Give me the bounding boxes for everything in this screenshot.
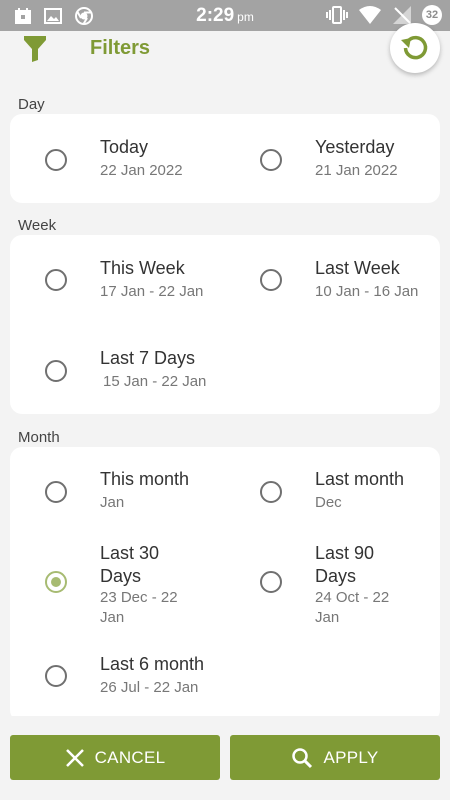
option-date: Jan <box>100 494 125 511</box>
option-last-30-days[interactable]: Last 30 Days 23 Dec - 22 Jan <box>10 533 225 633</box>
radio-today[interactable] <box>45 149 67 171</box>
option-label: Last 30 Days <box>100 543 160 586</box>
option-label: Yesterday <box>315 137 395 157</box>
refresh-icon <box>401 35 428 60</box>
option-date: 23 Dec - 22 Jan <box>100 589 178 626</box>
option-last-month[interactable]: Last month Dec <box>225 447 440 533</box>
option-this-week-text: This Week 17 Jan - 22 Jan <box>100 257 203 302</box>
option-label: Last month <box>315 469 405 489</box>
radio-last-week[interactable] <box>260 269 282 291</box>
filters-header: Filters <box>0 31 450 86</box>
section-label-month: Month <box>18 429 60 446</box>
option-last-90-days-text: Last 90 Days 24 Oct - 22 Jan <box>315 542 415 628</box>
radio-last-7-days[interactable] <box>45 360 67 382</box>
filter-icon <box>24 36 46 62</box>
option-today[interactable]: Today 22 Jan 2022 <box>10 114 225 203</box>
section-label-day: Day <box>18 96 45 113</box>
option-last-month-text: Last month Dec <box>315 468 404 513</box>
option-label: Last Week <box>315 258 400 278</box>
option-today-text: Today 22 Jan 2022 <box>100 136 183 181</box>
radio-this-week[interactable] <box>45 269 67 291</box>
option-date: 17 Jan - 22 Jan <box>100 283 204 300</box>
option-label: Last 90 Days <box>315 543 375 586</box>
day-options-card: Today 22 Jan 2022 Yesterday 21 Jan 2022 <box>10 114 440 203</box>
option-label: Last 7 Days <box>100 348 196 368</box>
option-date: 15 Jan - 22 Jan <box>103 373 207 390</box>
status-bar: 2:29 pm 32 <box>0 0 450 31</box>
cancel-button[interactable]: CANCEL <box>10 735 220 780</box>
option-date: 24 Oct - 22 Jan <box>315 589 390 626</box>
option-last-6-month[interactable]: Last 6 month 26 Jul - 22 Jan <box>10 633 225 722</box>
status-time: 2:29 <box>196 5 235 26</box>
vibrate-icon <box>326 6 348 24</box>
option-yesterday-text: Yesterday 21 Jan 2022 <box>315 136 398 181</box>
option-this-week[interactable]: This Week 17 Jan - 22 Jan <box>10 235 225 325</box>
option-label: This Week <box>100 258 185 278</box>
option-date: Dec <box>315 494 342 511</box>
apply-button-label: APPLY <box>323 747 379 767</box>
section-label-week: Week <box>18 217 57 234</box>
option-last-30-days-text: Last 30 Days 23 Dec - 22 Jan <box>100 542 200 628</box>
option-date: 21 Jan 2022 <box>315 162 398 179</box>
option-yesterday[interactable]: Yesterday 21 Jan 2022 <box>225 114 440 203</box>
month-options-card: This month Jan Last month Dec Last 30 Da… <box>10 447 440 722</box>
wifi-icon <box>359 6 381 24</box>
option-last-week[interactable]: Last Week 10 Jan - 16 Jan <box>225 235 440 325</box>
radio-last-90-days[interactable] <box>260 571 282 593</box>
radio-last-6-month[interactable] <box>45 665 67 687</box>
cancel-button-label: CANCEL <box>94 747 166 767</box>
close-icon <box>65 748 84 767</box>
radio-last-month[interactable] <box>260 481 282 503</box>
status-system-icons: 32 <box>326 5 442 25</box>
signal-icon <box>393 6 411 24</box>
radio-yesterday[interactable] <box>260 149 282 171</box>
radio-this-month[interactable] <box>45 481 67 503</box>
option-last-90-days[interactable]: Last 90 Days 24 Oct - 22 Jan <box>225 533 440 633</box>
option-this-month[interactable]: This month Jan <box>10 447 225 533</box>
option-date: 10 Jan - 16 Jan <box>315 283 419 300</box>
radio-last-30-days[interactable] <box>45 571 67 593</box>
battery-icon: 32 <box>422 5 442 25</box>
battery-level: 32 <box>425 9 439 21</box>
search-icon <box>292 747 313 768</box>
apply-button[interactable]: APPLY <box>230 735 440 780</box>
page-title: Filters <box>90 37 151 59</box>
option-last-7-days[interactable]: Last 7 Days 15 Jan - 22 Jan <box>10 325 225 414</box>
reset-filters-button[interactable] <box>390 23 440 73</box>
option-this-month-text: This month Jan <box>100 468 189 513</box>
action-bar: CANCEL APPLY <box>0 716 450 800</box>
option-label: This month <box>100 469 190 489</box>
option-last-6-month-text: Last 6 month 26 Jul - 22 Jan <box>100 653 204 698</box>
option-last-7-days-text: Last 7 Days 15 Jan - 22 Jan <box>100 347 206 392</box>
option-date: 22 Jan 2022 <box>100 162 183 179</box>
status-ampm: pm <box>237 10 254 24</box>
option-label: Last 6 month <box>100 654 205 674</box>
week-options-card: This Week 17 Jan - 22 Jan Last Week 10 J… <box>10 235 440 414</box>
option-label: Today <box>100 137 149 157</box>
option-date: 26 Jul - 22 Jan <box>100 679 199 696</box>
option-last-week-text: Last Week 10 Jan - 16 Jan <box>315 257 418 302</box>
